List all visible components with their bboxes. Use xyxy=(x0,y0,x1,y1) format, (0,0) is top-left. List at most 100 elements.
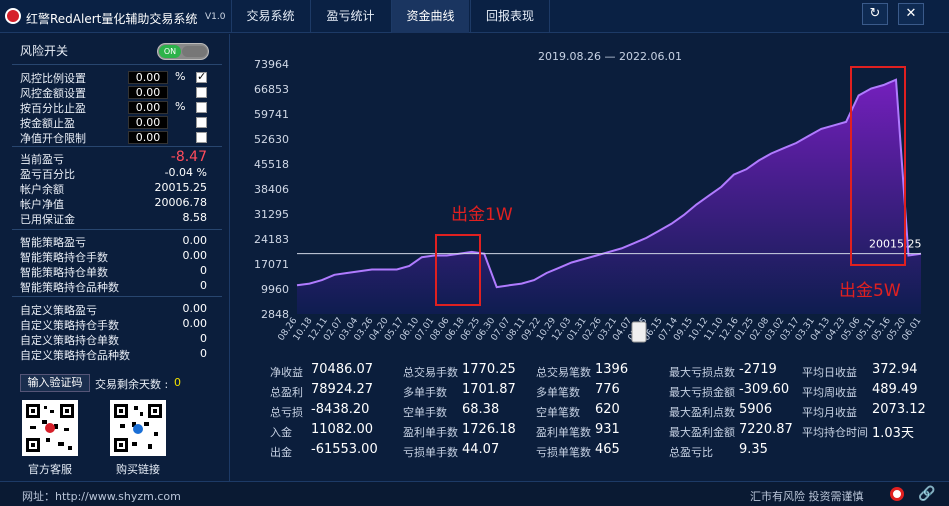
stat-value: 7220.87 xyxy=(739,422,793,437)
stat-label: 空单手数 xyxy=(403,406,447,419)
y-tick-label: 73964 xyxy=(254,58,289,71)
smart-value: 0.00 xyxy=(182,234,208,247)
risk-setting-label: 风控比例设置 xyxy=(20,72,86,85)
app-version: V1.0 xyxy=(205,12,226,22)
refresh-icon[interactable]: ↻ xyxy=(862,3,888,25)
stat-value: -8438.20 xyxy=(311,402,370,417)
tab-trading-system[interactable]: 交易系统 xyxy=(231,0,309,33)
y-tick-label: 17071 xyxy=(254,258,289,271)
tab-return-performance[interactable]: 回报表现 xyxy=(470,0,550,33)
risk-setting-input[interactable]: 0.00 xyxy=(128,116,168,129)
risk-setting-input[interactable]: 0.00 xyxy=(128,101,168,114)
custom-value: 0.00 xyxy=(182,317,208,330)
stat-value: 5906 xyxy=(739,402,773,417)
stat-label: 净收益 xyxy=(270,366,303,379)
stat-label: 多单笔数 xyxy=(536,386,580,399)
qr-buy-label: 购买链接 xyxy=(116,463,160,476)
stat-value: 78924.27 xyxy=(311,382,374,397)
y-tick-label: 38406 xyxy=(254,183,289,196)
app-logo-icon xyxy=(5,8,21,24)
account-label: 帐户余额 xyxy=(20,183,64,196)
equity-area xyxy=(297,79,921,314)
stats-panel: 净收益 70486.07 总盈利 78924.27 总亏损 -8438.20 入金 11082… xyxy=(233,352,949,467)
risk-setting-checkbox[interactable] xyxy=(196,117,207,128)
custom-label: 自定义策略盈亏 xyxy=(20,304,97,317)
risk-setting-label: 净值开仓限制 xyxy=(20,132,86,145)
stat-value: 465 xyxy=(595,442,620,457)
risk-setting-label: 按百分比止盈 xyxy=(20,102,86,115)
risk-setting-checkbox[interactable] xyxy=(196,87,207,98)
divider xyxy=(12,296,222,297)
stat-label: 平均日收益 xyxy=(802,366,857,379)
stat-value: 2073.12 xyxy=(872,402,926,417)
risk-setting-label: 按金额止盈 xyxy=(20,117,75,130)
stat-label: 亏损单笔数 xyxy=(536,446,591,459)
tab-equity-curve[interactable]: 资金曲线 xyxy=(391,0,469,33)
risk-setting-unit: % xyxy=(175,100,186,113)
stat-label: 平均月收益 xyxy=(802,406,857,419)
custom-label: 自定义策略持仓手数 xyxy=(20,319,119,332)
stat-value: 489.49 xyxy=(872,382,918,397)
account-value: -0.04 % xyxy=(164,166,207,179)
y-tick-label: 31295 xyxy=(254,208,289,221)
risk-switch-state: ON xyxy=(159,45,181,58)
account-label: 帐户净值 xyxy=(20,198,64,211)
risk-setting-checkbox[interactable] xyxy=(196,70,207,83)
stat-label: 最大亏损点数 xyxy=(669,366,735,379)
divider xyxy=(12,146,222,147)
y-tick-label: 9960 xyxy=(261,283,289,296)
website-link[interactable]: 网址：http://www.shyzm.com xyxy=(22,488,181,504)
stat-label: 盈利单笔数 xyxy=(536,426,591,439)
stat-value: 1.03天 xyxy=(872,426,914,441)
risk-setting-input[interactable]: 0.00 xyxy=(128,71,168,84)
link-icon[interactable]: 🔗 xyxy=(918,486,935,502)
qr-service-icon xyxy=(22,400,78,456)
withdraw-1w-annotation: 出金1W xyxy=(451,205,513,225)
stat-label: 空单笔数 xyxy=(536,406,580,419)
chart-scroll-handle[interactable] xyxy=(631,321,647,343)
divider xyxy=(12,64,222,65)
app-title: 红警RedAlert量化辅助交易系统 xyxy=(26,12,198,26)
equity-chart-svg: 2019.08.26 — 2022.06.01 73964 66853 59741 5… xyxy=(254,50,923,343)
stat-value: 620 xyxy=(595,402,620,417)
stat-value: -309.60 xyxy=(739,382,790,397)
qr-service-label: 官方客服 xyxy=(28,463,72,476)
y-tick-label: 24183 xyxy=(254,233,289,246)
smart-label: 智能策略盈亏 xyxy=(20,236,86,249)
footer: 网址：http://www.shyzm.com 汇市有风险 投资需谨慎 🔗 xyxy=(0,481,949,506)
risk-setting-input[interactable]: 0.00 xyxy=(128,131,168,144)
stat-label: 最大盈利点数 xyxy=(669,406,735,419)
risk-setting-checkbox[interactable] xyxy=(196,132,207,143)
stat-value: 70486.07 xyxy=(311,362,374,377)
stat-label: 总盈利 xyxy=(270,386,303,399)
risk-setting-unit: % xyxy=(175,70,186,83)
stat-value: 776 xyxy=(595,382,620,397)
risk-switch-toggle[interactable]: ON xyxy=(157,43,209,60)
tab-profit-stats[interactable]: 盈亏统计 xyxy=(310,0,390,33)
close-icon[interactable]: ✕ xyxy=(898,3,924,25)
stat-label: 总亏损 xyxy=(270,406,303,419)
account-label: 当前盈亏 xyxy=(20,153,64,166)
stat-value: 11082.00 xyxy=(311,422,374,437)
risk-switch-label: 风险开关 xyxy=(20,44,69,58)
smart-value: 0.00 xyxy=(182,249,208,262)
stat-value: 372.94 xyxy=(872,362,918,377)
smart-label: 智能策略持仓单数 xyxy=(20,266,108,279)
y-tick-label: 2848 xyxy=(261,308,289,321)
risk-setting-label: 风控金额设置 xyxy=(20,87,86,100)
stat-label: 最大亏损金额 xyxy=(669,386,735,399)
stop-icon[interactable] xyxy=(890,487,904,501)
days-left-value: 0 xyxy=(174,376,181,389)
smart-label: 智能策略持仓手数 xyxy=(20,251,108,264)
equity-chart: 2019.08.26 — 2022.06.01 73964 66853 59741 5… xyxy=(233,34,949,352)
left-panel: 风险开关 ON 输入验证码 交易剩余天数 : 0 官方客服 购买链接 风控比例设… xyxy=(0,34,230,481)
custom-label: 自定义策略持仓品种数 xyxy=(20,349,130,362)
account-value: -8.47 xyxy=(170,149,207,165)
stat-value: 1396 xyxy=(595,362,629,377)
risk-setting-checkbox[interactable] xyxy=(196,102,207,113)
verify-code-button[interactable]: 输入验证码 xyxy=(20,374,90,392)
custom-value: 0 xyxy=(200,347,207,360)
custom-value: 0 xyxy=(200,332,207,345)
account-value: 20006.78 xyxy=(154,196,208,209)
risk-setting-input[interactable]: 0.00 xyxy=(128,86,168,99)
